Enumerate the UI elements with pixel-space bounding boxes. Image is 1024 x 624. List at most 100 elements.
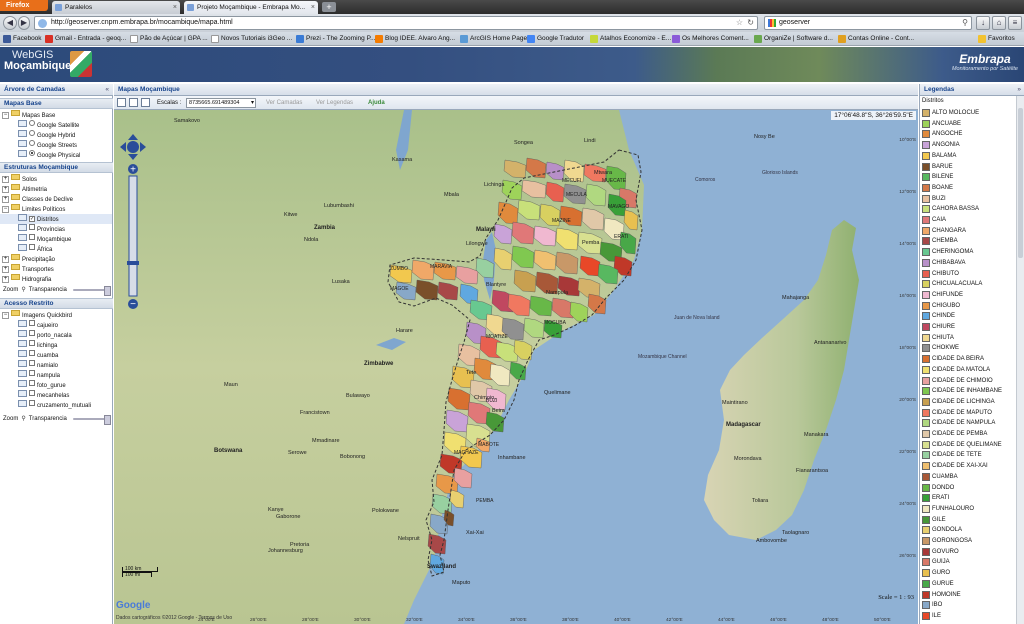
zoom-icon[interactable]: ⚲ — [21, 285, 25, 295]
bookmark-organize[interactable]: OrganiZe | Software d... — [754, 34, 833, 44]
bookmark-blog-idee[interactable]: Blog IDEE. Alvaro Ang... — [375, 34, 455, 44]
quickbird-mecanhelas[interactable]: mecanhelas — [18, 390, 69, 400]
menu-icon[interactable]: ≡ — [1008, 16, 1022, 30]
quickbird-cruzamento-mutuali[interactable]: cruzamento_mutuali — [18, 400, 91, 410]
mapas-base-header[interactable]: Mapas Base — [0, 98, 113, 109]
scrollbar-thumb[interactable] — [1018, 108, 1023, 258]
legend-item: ALTO MOLOCUE — [922, 108, 979, 118]
bookmark-prezi[interactable]: Prezi - The Zooming P... — [296, 34, 376, 44]
transparency-slider[interactable] — [73, 415, 111, 425]
search-icon[interactable]: ⚲ — [962, 17, 968, 29]
base-google-hybrid[interactable]: Google Hybrid — [18, 130, 75, 140]
legend-scrollbar[interactable] — [1016, 96, 1024, 624]
folder-transportes[interactable]: + Transportes — [2, 264, 54, 274]
quickbird-lichinga[interactable]: lichinga — [18, 340, 57, 350]
map-place-label: Manakara — [804, 432, 829, 438]
pan-zoom-control[interactable]: + − — [120, 134, 146, 314]
google-search-engine-icon[interactable] — [768, 19, 776, 27]
full-extent-icon[interactable] — [117, 98, 126, 107]
tab-projeto-mocambique[interactable]: Projeto Moçambique - Embrapa Mo... × — [184, 1, 318, 14]
quickbird-namialo[interactable]: namialo — [18, 360, 58, 370]
pan-right-icon — [140, 142, 146, 152]
acesso-restrito-header[interactable]: Acesso Restrito — [0, 298, 113, 309]
folder-mapas-base[interactable]: − Mapas Base — [2, 110, 55, 120]
map-place-label: Lusaka — [332, 279, 350, 285]
legend-swatch — [922, 290, 930, 299]
address-bar[interactable]: http://geoserver.cnpm.embrapa.br/mocambi… — [34, 16, 758, 30]
ver-legendas-button[interactable]: Ver Legendas — [316, 96, 353, 110]
site-identity-icon[interactable] — [38, 19, 47, 28]
checkbox-icon — [29, 244, 35, 250]
map-canvas[interactable]: MUECATE MECUFI MECULA MAVAGO MAZINE ERATI ZUMB… — [114, 110, 918, 624]
folder-hidrografia[interactable]: + Hidrografia — [2, 274, 51, 284]
search-bar[interactable]: geoserver ⚲ — [764, 16, 972, 30]
map-place-label: Fianarantsoa — [796, 468, 829, 474]
home-icon[interactable]: ⌂ — [992, 16, 1006, 30]
bookmark-favoritos[interactable]: Favoritos — [978, 34, 1015, 44]
base-google-physical[interactable]: Google Physical — [18, 150, 80, 160]
ver-camadas-button[interactable]: Ver Camadas — [266, 96, 302, 110]
layer-mocambique[interactable]: Moçambique — [18, 234, 71, 244]
legend-item: ILE — [922, 611, 941, 621]
new-tab-button[interactable]: + — [322, 2, 336, 12]
downloads-icon[interactable]: ↓ — [976, 16, 990, 30]
transparency-slider[interactable] — [73, 286, 111, 296]
quickbird-foto-gurue[interactable]: foto_gurue — [18, 380, 66, 390]
bookmark-gmail[interactable]: Gmail - Entrada - geoq... — [45, 34, 126, 44]
folder-altimetria[interactable]: + Altimetria — [2, 184, 47, 194]
bookmark-i3geo[interactable]: Novos Tutoriais i3Geo ... — [211, 34, 292, 44]
forward-button[interactable]: ▶ — [18, 16, 30, 30]
escalas-select[interactable]: 8735665.691489304 ▾ — [186, 98, 256, 108]
bookmark-arcgis[interactable]: ArcGIS Home Page — [460, 34, 527, 44]
folder-solos[interactable]: + Solos — [2, 174, 37, 184]
legend-item: CHERINGOMA — [922, 247, 973, 257]
ajuda-button[interactable]: Ajuda — [368, 96, 385, 110]
close-tab-icon[interactable]: × — [173, 1, 177, 14]
layer-icon — [18, 130, 27, 137]
pan-icon[interactable] — [129, 98, 138, 107]
bookmark-google-tradutor[interactable]: Google Tradutor — [527, 34, 584, 44]
map-place-label: Lilongwe — [466, 241, 488, 247]
map-place-label: Francistown — [300, 410, 330, 416]
chevron-down-icon: ▾ — [250, 100, 254, 106]
bookmark-pao-de-acucar[interactable]: Pão de Açúcar | GPA ... — [130, 34, 208, 44]
map-copyright[interactable]: Dados cartográficos ©2012 Google - Termo… — [116, 615, 232, 621]
legend-item: GORONGOSA — [922, 536, 972, 546]
close-tab-icon[interactable]: × — [311, 1, 315, 14]
estruturas-header[interactable]: Estruturas Moçambique — [0, 162, 113, 173]
bookmark-melhores[interactable]: Os Melhores Coment... — [672, 34, 749, 44]
layer-distritos[interactable]: ✓ Distritos — [0, 214, 112, 224]
expand-icon: + — [2, 186, 9, 193]
bookmark-atalhos[interactable]: Atalhos Economize - E... — [590, 34, 671, 44]
map-place-label: Mtwara — [594, 170, 613, 176]
zoom-icon[interactable]: ⚲ — [21, 414, 25, 424]
tab-paralelos[interactable]: Paralelos × — [52, 1, 180, 14]
map-place-label: Mmadinare — [312, 438, 340, 444]
layer-provincias[interactable]: Províncias — [18, 224, 65, 234]
collapse-left-icon[interactable]: « — [105, 84, 109, 96]
folder-imagens-quickbird[interactable]: − Imagens Quickbird — [2, 310, 72, 320]
layer-africa[interactable]: África — [18, 244, 52, 254]
back-button[interactable]: ◀ — [3, 16, 17, 30]
expand-icon: + — [2, 256, 9, 263]
bookmark-star-icon[interactable]: ☆ — [736, 17, 743, 29]
map-place-label: Maputo — [452, 580, 471, 586]
legend-item: CIDADE DE PEMBA — [922, 429, 987, 439]
folder-classes-de-declive[interactable]: + Classes de Declive — [2, 194, 73, 204]
base-google-satellite[interactable]: Google Satellite — [18, 120, 79, 130]
bookmark-contas-online[interactable]: Contas Online - Cont... — [838, 34, 914, 44]
reload-icon[interactable]: ↻ — [747, 17, 754, 29]
quickbird-porto-nacala[interactable]: porto_nacala — [18, 330, 72, 340]
quickbird-cuamba[interactable]: cuamba — [18, 350, 58, 360]
quickbird-cajueiro[interactable]: cajueiro — [18, 320, 58, 330]
legend-swatch — [922, 109, 930, 117]
latitude-label: 12°00'S — [899, 190, 916, 195]
firefox-menu-button[interactable]: Firefox — [0, 0, 48, 11]
folder-precipitacao[interactable]: + Precipitação — [2, 254, 55, 264]
folder-limites-politicos[interactable]: − Limites Políticos — [2, 204, 65, 214]
collapse-right-icon[interactable]: » — [1017, 84, 1021, 96]
bookmark-facebook[interactable]: Facebook — [3, 34, 42, 44]
quickbird-nampula[interactable]: nampula — [18, 370, 60, 380]
base-google-streets[interactable]: Google Streets — [18, 140, 77, 150]
list-icon[interactable] — [141, 98, 150, 107]
